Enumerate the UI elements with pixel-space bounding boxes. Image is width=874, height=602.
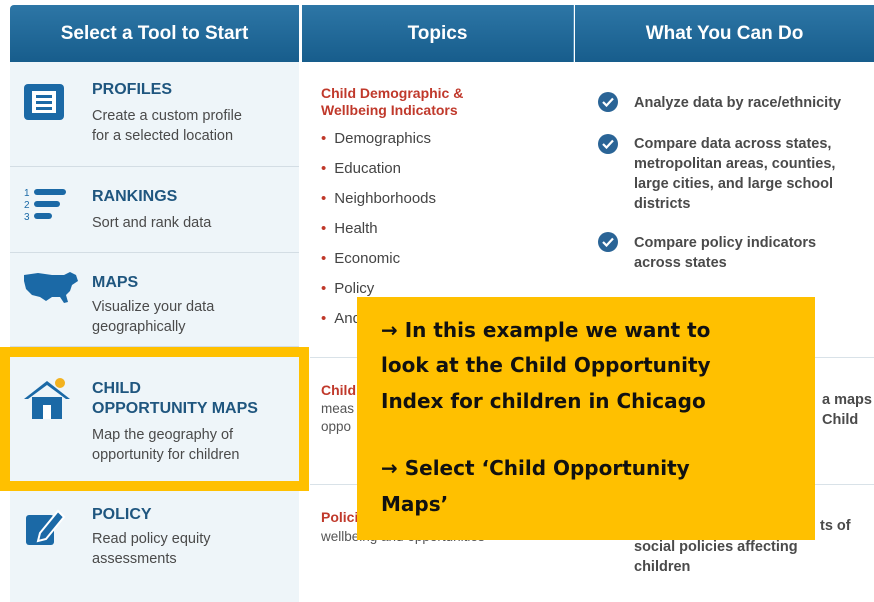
selection-highlight: [0, 347, 309, 491]
instruction-callout: → In this example we want to look at the…: [357, 297, 815, 540]
tool-title: POLICY: [92, 506, 152, 523]
topic-text: oppo: [321, 419, 352, 434]
tool-description: Read policy equity: [92, 531, 211, 547]
topic-heading: Polici: [321, 509, 359, 525]
action-text: a maps: [822, 392, 872, 408]
svg-text:1: 1: [24, 188, 30, 199]
action-text: ts of: [820, 518, 851, 534]
action-text: across states: [634, 255, 727, 271]
topic-item: • Demographics: [321, 130, 431, 147]
tool-description: Visualize your data: [92, 299, 215, 315]
topic-item: • Policy: [321, 280, 375, 297]
tool-description: geographically: [92, 319, 186, 335]
us-map-icon: [22, 269, 80, 310]
callout-line: → In this example we want to: [381, 318, 711, 342]
check-icon: [598, 232, 618, 252]
action-text: metropolitan areas, counties,: [634, 156, 836, 172]
action-text: children: [634, 559, 691, 575]
tool-profiles[interactable]: PROFILES Create a custom profile for a s…: [10, 62, 299, 167]
profile-icon: [22, 82, 66, 127]
tool-policy[interactable]: POLICY Read policy equity assessments: [10, 491, 299, 581]
callout-line: look at the Child Opportunity: [381, 353, 711, 377]
action-text: Compare data across states,: [634, 136, 832, 152]
topic-text: meas: [321, 401, 355, 416]
tool-rankings[interactable]: 1 2 3 RANKINGS Sort and rank data: [10, 167, 299, 253]
actions-column-header: What You Can Do: [575, 5, 874, 62]
action-text: districts: [634, 196, 691, 212]
tool-title: PROFILES: [92, 81, 173, 98]
tool-maps[interactable]: MAPS Visualize your data geographically: [10, 253, 299, 347]
tool-title: MAPS: [92, 274, 139, 291]
callout-line: → Select ‘Child Opportunity: [381, 456, 690, 480]
tool-description: Create a custom profile: [92, 108, 242, 124]
policy-edit-icon: [22, 507, 66, 552]
topic-heading: Wellbeing Indicators: [321, 102, 458, 118]
check-icon: [598, 92, 618, 112]
rankings-icon: 1 2 3: [22, 185, 68, 230]
topic-item: • Economic: [321, 250, 401, 267]
tools-column-header: Select a Tool to Start: [10, 5, 299, 62]
topic-item: • Neighborhoods: [321, 190, 437, 207]
callout-line: Maps’: [381, 492, 449, 516]
action-text: Compare policy indicators: [634, 235, 817, 251]
topic-heading: Child Demographic &: [321, 85, 464, 101]
callout-line: Index for children in Chicago: [381, 389, 706, 413]
topic-heading: Child: [321, 382, 356, 398]
svg-text:3: 3: [24, 212, 30, 223]
topic-item: • Education: [321, 160, 401, 177]
action-text: social policies affecting: [634, 539, 798, 555]
tool-description: for a selected location: [92, 128, 234, 144]
topics-column-header: Topics: [302, 5, 574, 62]
tool-description: Sort and rank data: [92, 215, 212, 231]
svg-text:2: 2: [24, 200, 30, 211]
topic-item: • Health: [321, 220, 378, 237]
action-text: Child: [822, 412, 859, 428]
action-text: large cities, and large school: [634, 176, 834, 192]
tool-description: assessments: [92, 551, 177, 567]
tool-title: RANKINGS: [92, 188, 178, 205]
action-text: Analyze data by race/ethnicity: [634, 95, 842, 111]
check-icon: [598, 134, 618, 154]
topic-item: • And: [321, 310, 361, 327]
